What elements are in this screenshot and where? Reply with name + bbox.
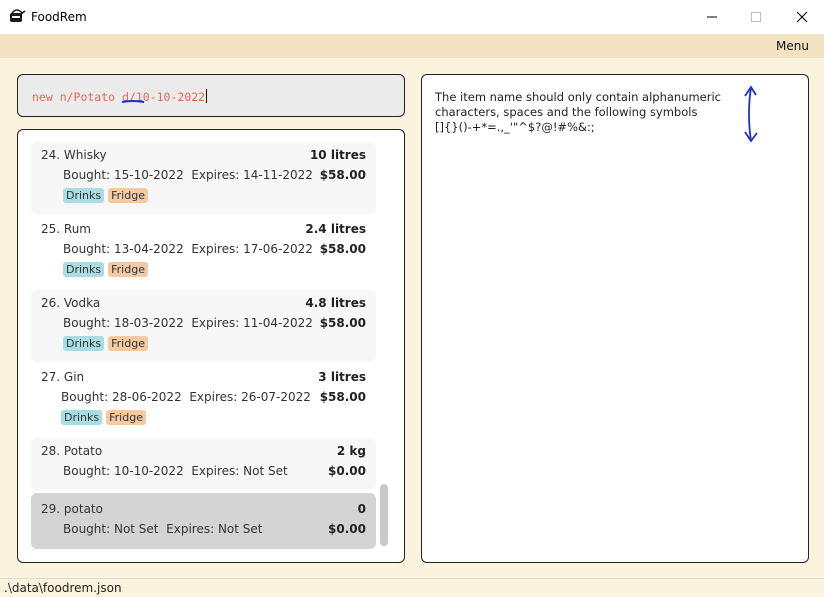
item-price: $58.00 [319, 390, 366, 404]
item-expiry-date: Expires: 14-11-2022 [191, 168, 313, 182]
menu-button[interactable]: Menu [776, 39, 809, 53]
command-text-prefix: new n/Potato [32, 90, 123, 104]
tag-fridge: Fridge [108, 262, 148, 277]
command-input[interactable]: new n/Potato d/10-10-2022 [17, 74, 405, 117]
item-expiry-date: Expires: 17-06-2022 [191, 242, 313, 256]
item-quantity: 10 litres [309, 148, 366, 162]
tag-fridge: Fridge [108, 336, 148, 351]
item-name: 26. Vodka [41, 296, 101, 310]
list-scrollbar[interactable] [380, 484, 388, 546]
item-dates: Bought: 13-04-2022 Expires: 17-06-2022 [63, 242, 313, 256]
tag-drinks: Drinks [61, 410, 103, 425]
item-tags: Drinks Fridge [61, 410, 146, 425]
item-bought-date: Bought: 28-06-2022 [61, 390, 182, 404]
menu-bar: Menu [0, 34, 824, 58]
item-bought-date: Bought: 10-10-2022 [63, 464, 184, 478]
close-button[interactable] [779, 0, 824, 34]
annotation-double-arrow-mark [744, 85, 758, 143]
item-tags: Drinks Fridge [63, 262, 148, 277]
result-message: The item name should only contain alphan… [435, 90, 755, 135]
maximize-button[interactable] [733, 0, 779, 34]
maximize-icon [751, 12, 761, 22]
item-bought-date: Bought: Not Set [63, 522, 159, 536]
item-expiry-date: Expires: Not Set [191, 464, 288, 478]
item-bought-date: Bought: 15-10-2022 [63, 168, 184, 182]
item-name: 25. Rum [41, 222, 91, 236]
result-display-panel: The item name should only contain alphan… [421, 74, 809, 563]
tag-drinks: Drinks [63, 336, 105, 351]
item-quantity: 4.8 litres [305, 296, 366, 310]
item-quantity: 2.4 litres [305, 222, 366, 236]
item-price: $0.00 [328, 522, 366, 536]
tag-fridge: Fridge [106, 410, 146, 425]
tag-drinks: Drinks [63, 188, 105, 203]
text-caret [206, 89, 208, 103]
list-item[interactable]: 26. Vodka 4.8 litres Bought: 18-03-2022 … [31, 290, 376, 362]
item-expiry-date: Expires: Not Set [166, 522, 263, 536]
data-file-path: .\data\foodrem.json [4, 581, 122, 595]
item-dates: Bought: 28-06-2022 Expires: 26-07-2022 [61, 390, 311, 404]
command-text: new n/Potato d/10-10-2022 [32, 89, 208, 104]
list-item-selected[interactable]: 29. potato 0 Bought: Not Set Expires: No… [31, 493, 376, 549]
item-dates: Bought: 10-10-2022 Expires: Not Set [63, 464, 288, 478]
result-line: The item name should only contain alphan… [435, 90, 722, 104]
status-bar: .\data\foodrem.json [0, 578, 824, 597]
item-name: 28. Potato [41, 444, 103, 458]
list-item[interactable]: 24. Whisky 10 litres Bought: 15-10-2022 … [31, 142, 376, 214]
window-title: FoodRem [31, 10, 87, 24]
tag-fridge: Fridge [108, 188, 148, 203]
item-expiry-date: Expires: 11-04-2022 [191, 316, 313, 330]
item-expiry-date: Expires: 26-07-2022 [189, 390, 311, 404]
result-line: characters, spaces and the following sym… [435, 105, 698, 119]
title-bar: FoodRem [0, 0, 824, 34]
item-quantity: 2 kg [336, 444, 366, 458]
minimize-button[interactable] [689, 0, 735, 34]
item-price: $58.00 [319, 316, 366, 330]
item-quantity: 0 [357, 502, 366, 516]
item-bought-date: Bought: 13-04-2022 [63, 242, 184, 256]
list-item[interactable]: 25. Rum 2.4 litres Bought: 13-04-2022 Ex… [31, 216, 376, 288]
minimize-icon [707, 16, 717, 18]
item-name: 29. potato [41, 502, 103, 516]
item-name: 24. Whisky [41, 148, 107, 162]
item-dates: Bought: Not Set Expires: Not Set [63, 522, 263, 536]
result-line: []{}()-+*=.,_'"^$?@!#%&:; [435, 120, 595, 134]
item-price: $58.00 [319, 168, 366, 182]
item-price: $0.00 [328, 464, 366, 478]
annotation-underline-mark [121, 100, 145, 103]
item-bought-date: Bought: 18-03-2022 [63, 316, 184, 330]
item-name: 27. Gin [41, 370, 85, 384]
app-logo-icon [10, 9, 26, 22]
item-dates: Bought: 18-03-2022 Expires: 11-04-2022 [63, 316, 313, 330]
item-tags: Drinks Fridge [63, 188, 148, 203]
tag-drinks: Drinks [63, 262, 105, 277]
item-dates: Bought: 15-10-2022 Expires: 14-11-2022 [63, 168, 313, 182]
item-list-panel[interactable]: 24. Whisky 10 litres Bought: 15-10-2022 … [17, 129, 405, 563]
list-item[interactable]: 28. Potato 2 kg Bought: 10-10-2022 Expir… [31, 438, 376, 490]
list-item[interactable]: 27. Gin 3 litres Bought: 28-06-2022 Expi… [31, 364, 376, 436]
close-icon [796, 11, 808, 23]
item-quantity: 3 litres [318, 370, 366, 384]
item-price: $58.00 [319, 242, 366, 256]
item-tags: Drinks Fridge [63, 336, 148, 351]
